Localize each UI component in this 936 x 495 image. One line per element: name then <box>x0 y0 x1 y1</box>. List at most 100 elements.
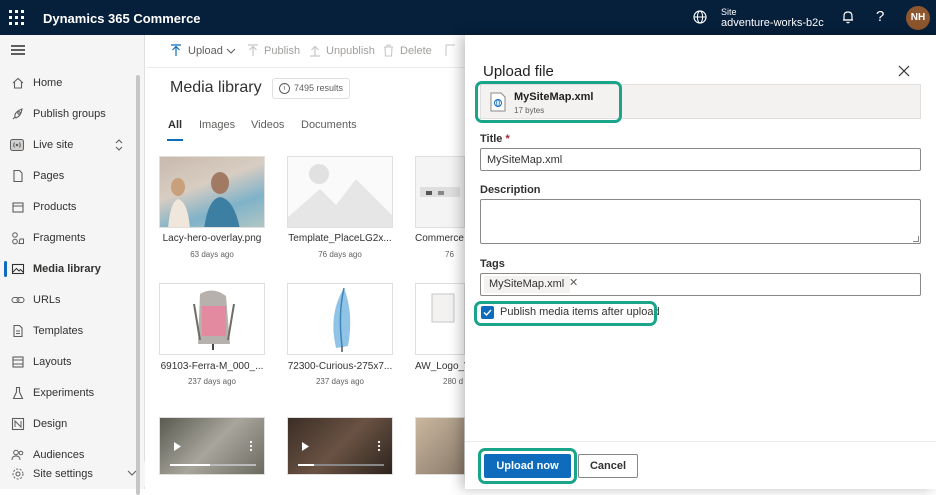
cancel-button[interactable]: Cancel <box>578 454 638 478</box>
fragment-icon <box>12 232 24 245</box>
avatar[interactable]: NH <box>906 6 930 30</box>
close-icon[interactable] <box>898 65 910 77</box>
sidebar-item-experiments[interactable]: Experiments <box>0 380 145 406</box>
info-icon: i <box>279 83 290 94</box>
tab-images[interactable]: Images <box>199 119 235 131</box>
resize-grip-icon[interactable] <box>913 236 919 242</box>
box-icon <box>12 202 24 213</box>
backpack-photo <box>193 290 235 350</box>
upload-file-panel: Upload file MySiteMap.xml 17 bytes Title… <box>465 35 936 489</box>
sidebar-item-label: Design <box>33 418 68 430</box>
panel-title: Upload file <box>483 63 554 80</box>
sidebar-item-fragments[interactable]: Fragments <box>0 225 145 251</box>
commerce-screenshot <box>420 187 460 197</box>
title-input[interactable] <box>480 148 921 171</box>
sidebar-item-label: Experiments <box>33 387 95 399</box>
more-command-icon[interactable] <box>445 44 456 57</box>
globe-icon[interactable] <box>693 10 707 24</box>
expand-collapse-icon[interactable] <box>114 138 124 152</box>
sidebar-item-layouts[interactable]: Layouts <box>0 349 145 375</box>
page-title: Media library <box>170 79 262 96</box>
media-age: 76 <box>445 250 454 259</box>
video-thumbnail[interactable] <box>287 417 393 475</box>
flask-icon <box>12 386 24 400</box>
placeholder-image <box>288 164 392 227</box>
video-thumbnail[interactable] <box>415 417 465 475</box>
sidebar-item-label: URLs <box>33 294 61 306</box>
gear-icon <box>12 468 24 480</box>
link-icon <box>11 297 25 303</box>
media-name: Commerce <box>415 233 464 244</box>
sidebar-scrollbar[interactable] <box>136 75 140 495</box>
upload-button[interactable]: Upload <box>188 45 223 57</box>
sidebar-item-site-settings[interactable]: Site settings <box>0 461 145 487</box>
media-thumbnail[interactable] <box>415 156 465 228</box>
tab-documents[interactable]: Documents <box>301 119 357 131</box>
hamburger-icon[interactable] <box>11 45 25 55</box>
media-age: 237 days ago <box>315 377 365 386</box>
delete-icon <box>384 44 393 57</box>
description-label: Description <box>480 184 541 196</box>
media-thumbnail[interactable] <box>287 283 393 355</box>
chevron-down-icon[interactable] <box>226 48 236 55</box>
sidebar-item-label: Pages <box>33 170 65 182</box>
unpublish-button[interactable]: Unpublish <box>326 45 375 57</box>
template-icon <box>13 324 23 338</box>
file-highlight-callout <box>475 81 622 123</box>
sidebar-item-design[interactable]: Design <box>0 411 145 437</box>
sidebar-item-media-library[interactable]: Media library <box>0 256 145 282</box>
sidebar-item-products[interactable]: Products <box>0 194 145 220</box>
sidebar-item-urls[interactable]: URLs <box>0 287 145 313</box>
results-badge: i 7495 results <box>272 78 351 99</box>
bell-icon[interactable] <box>841 10 855 24</box>
required-marker: * <box>505 133 510 145</box>
tab-indicator <box>167 139 183 141</box>
app-name[interactable]: Dynamics 365 Commerce <box>43 11 201 26</box>
tab-videos[interactable]: Videos <box>251 119 284 131</box>
publish-icon <box>248 44 258 56</box>
rocket-icon <box>12 108 23 120</box>
design-icon <box>11 417 25 431</box>
home-icon <box>12 77 24 89</box>
sidebar-item-label: Audiences <box>33 449 85 461</box>
site-name[interactable]: adventure-works-b2c <box>721 17 824 29</box>
publish-button[interactable]: Publish <box>264 45 300 57</box>
page-icon <box>13 169 23 183</box>
tag-pill: MySiteMap.xml <box>484 276 571 293</box>
sidebar: Home Publish groups Live site Pages Prod… <box>0 35 145 495</box>
media-thumbnail[interactable] <box>159 283 265 355</box>
site-label: Site <box>721 7 737 17</box>
sidebar-item-pages[interactable]: Pages <box>0 163 145 189</box>
app-launcher-icon[interactable] <box>9 10 25 26</box>
tab-all[interactable]: All <box>168 119 182 131</box>
sidebar-item-templates[interactable]: Templates <box>0 318 145 344</box>
video-controls <box>170 440 256 466</box>
media-name: 69103-Ferra-M_000_... <box>160 361 264 372</box>
media-thumbnail[interactable] <box>415 283 465 355</box>
image-icon <box>11 263 25 275</box>
sidebar-item-label: Products <box>33 201 77 213</box>
upload-highlight-callout <box>478 448 577 484</box>
sidebar-item-label: Fragments <box>33 232 86 244</box>
help-icon[interactable]: ? <box>876 8 884 25</box>
sidebar-item-label: Templates <box>33 325 84 337</box>
tags-label: Tags <box>480 258 505 270</box>
delete-button[interactable]: Delete <box>400 45 432 57</box>
media-name: 72300-Curious-275x7... <box>287 361 393 372</box>
media-name: Template_PlaceLG2x... <box>288 233 392 244</box>
media-thumbnail[interactable] <box>287 156 393 228</box>
description-textarea[interactable] <box>480 199 921 244</box>
sidebar-item-home[interactable]: Home <box>0 70 145 96</box>
command-bar: Upload Publish Unpublish Delete <box>146 35 465 68</box>
media-thumbnail[interactable] <box>159 156 265 228</box>
tags-input[interactable]: MySiteMap.xml ✕ <box>480 273 921 296</box>
title-label: Title * <box>480 133 510 145</box>
media-name: AW_Logo_V <box>415 361 465 372</box>
video-thumbnail[interactable] <box>159 417 265 475</box>
sidebar-item-label: Publish groups <box>33 108 106 120</box>
sidebar-item-live-site[interactable]: Live site <box>0 132 145 158</box>
sidebar-item-publish-groups[interactable]: Publish groups <box>0 101 145 127</box>
main-content: Upload Publish Unpublish Delete Media li… <box>146 35 465 489</box>
sidebar-item-label: Media library <box>33 263 101 275</box>
remove-tag-icon[interactable]: ✕ <box>569 276 578 289</box>
